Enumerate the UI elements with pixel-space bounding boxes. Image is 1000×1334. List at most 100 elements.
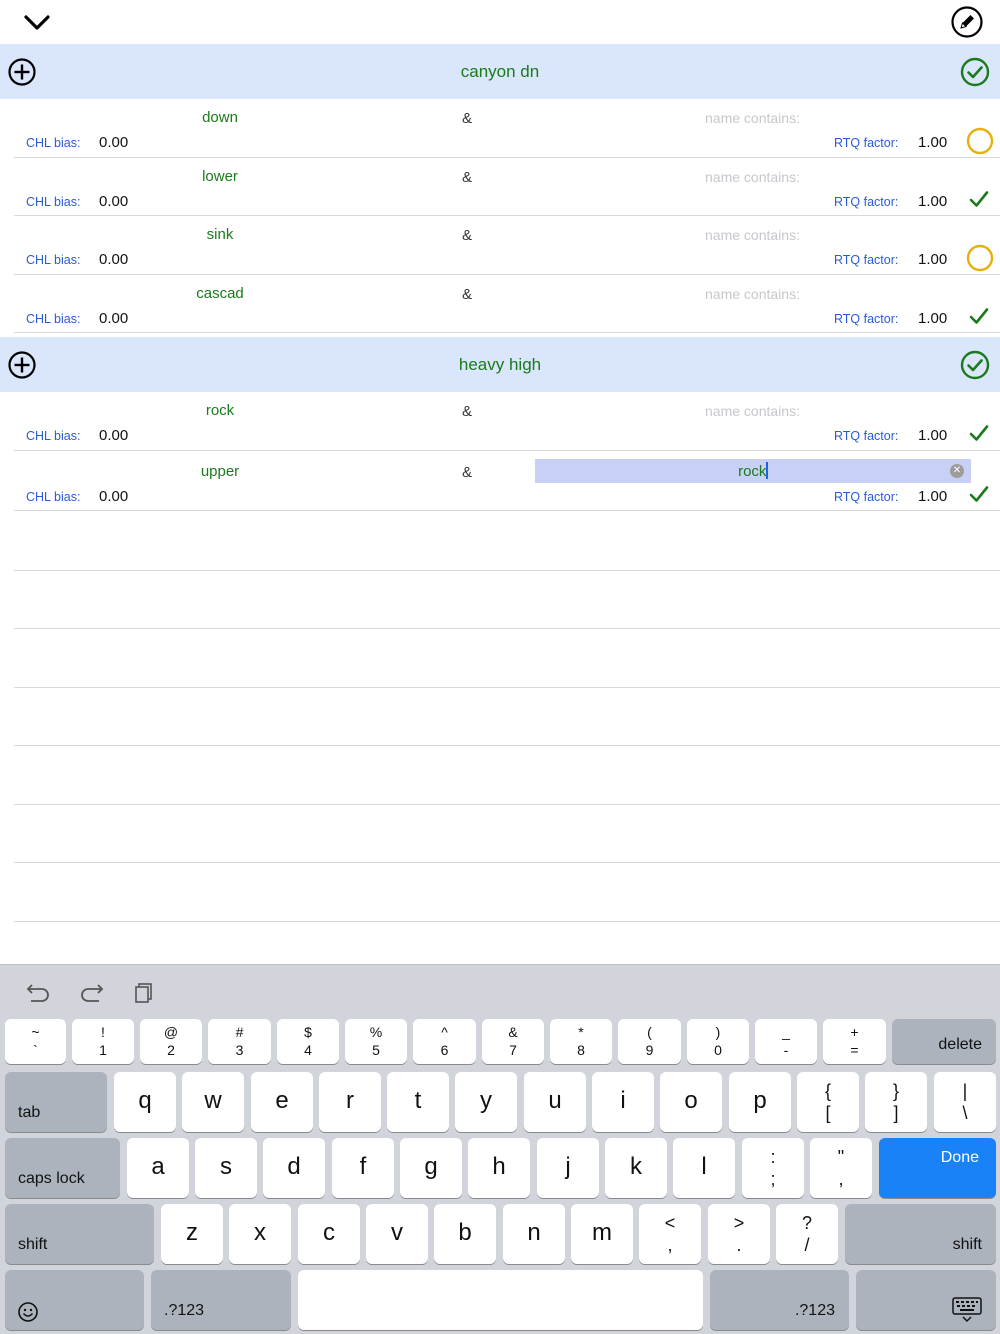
name-contains-field[interactable]: name contains: (640, 227, 865, 243)
hide-keyboard-key[interactable] (856, 1270, 996, 1330)
match-word[interactable]: upper (140, 463, 300, 480)
name-contains-field[interactable]: name contains: (640, 110, 865, 126)
done-key[interactable]: Done (879, 1138, 996, 1198)
checkmark-icon[interactable] (968, 305, 990, 327)
rtq-factor-value[interactable]: 1.00 (918, 310, 947, 327)
key-v[interactable]: v (366, 1204, 428, 1264)
edit-pencil-icon[interactable] (951, 6, 983, 38)
key-backslash[interactable]: | \ (934, 1072, 996, 1132)
chl-bias-value[interactable]: 0.00 (99, 427, 128, 444)
pending-circle-icon[interactable] (966, 244, 994, 272)
name-contains-value[interactable]: rock (738, 463, 766, 480)
key-p[interactable]: p (729, 1072, 791, 1132)
key-9[interactable]: (9 (618, 1019, 681, 1064)
key-quote[interactable]: ", (810, 1138, 872, 1198)
chl-bias-value[interactable]: 0.00 (99, 310, 128, 327)
name-contains-field[interactable]: name contains: (640, 286, 865, 302)
key-6[interactable]: ^ 6 (413, 1019, 476, 1064)
key-equals[interactable]: + = (823, 1019, 886, 1064)
chl-bias-value[interactable]: 0.00 (99, 251, 128, 268)
emoji-key[interactable] (5, 1270, 144, 1330)
key-tilde[interactable]: ~ ` (5, 1019, 66, 1064)
checkmark-icon[interactable] (968, 188, 990, 210)
undo-icon[interactable] (26, 981, 52, 1003)
key-comma[interactable]: <, (639, 1204, 701, 1264)
key-semicolon[interactable]: :; (742, 1138, 804, 1198)
rtq-factor-value[interactable]: 1.00 (918, 251, 947, 268)
key-4[interactable]: $4 (277, 1019, 339, 1064)
key-x[interactable]: x (229, 1204, 291, 1264)
redo-icon[interactable] (78, 981, 104, 1003)
rtq-factor-value[interactable]: 1.00 (918, 488, 947, 505)
caps-lock-key[interactable]: caps lock (5, 1138, 120, 1198)
key-3[interactable]: #3 (208, 1019, 271, 1064)
shift-right-key[interactable]: shift (845, 1204, 996, 1264)
key-h[interactable]: h (468, 1138, 530, 1198)
match-word[interactable]: sink (140, 226, 300, 243)
match-word[interactable]: lower (140, 168, 300, 185)
key-a[interactable]: a (127, 1138, 189, 1198)
rule-row[interactable]: sink & name contains: CHL bias: 0.00 RTQ… (0, 216, 1000, 275)
shift-left-key[interactable]: shift (5, 1204, 154, 1264)
section-title[interactable]: canyon dn (0, 44, 1000, 99)
checkmark-icon[interactable] (968, 422, 990, 444)
key-5[interactable]: % 5 (345, 1019, 407, 1064)
tab-key[interactable]: tab (5, 1072, 107, 1132)
key-c[interactable]: c (298, 1204, 360, 1264)
key-8[interactable]: * 8 (550, 1019, 612, 1064)
numbers-mode-key-right[interactable]: .?123 (710, 1270, 849, 1330)
key-y[interactable]: y (455, 1072, 517, 1132)
key-m[interactable]: m (571, 1204, 633, 1264)
key-r[interactable]: r (319, 1072, 381, 1132)
key-u[interactable]: u (524, 1072, 586, 1132)
key-d[interactable]: d (263, 1138, 325, 1198)
key-n[interactable]: n (503, 1204, 565, 1264)
key-1[interactable]: ! 1 (72, 1019, 134, 1064)
key-b[interactable]: b (434, 1204, 496, 1264)
match-word[interactable]: down (140, 109, 300, 126)
name-contains-field[interactable]: name contains: (640, 403, 865, 419)
key-7[interactable]: & 7 (482, 1019, 544, 1064)
chl-bias-value[interactable]: 0.00 (99, 193, 128, 210)
key-q[interactable]: q (114, 1072, 176, 1132)
space-key[interactable] (298, 1270, 703, 1330)
rtq-factor-value[interactable]: 1.00 (918, 427, 947, 444)
key-z[interactable]: z (161, 1204, 223, 1264)
key-t[interactable]: t (387, 1072, 449, 1132)
match-word[interactable]: rock (140, 402, 300, 419)
key-w[interactable]: w (182, 1072, 244, 1132)
rule-row[interactable]: upper & rock ✕ CHL bias: 0.00 RTQ factor… (0, 453, 1000, 512)
rtq-factor-value[interactable]: 1.00 (918, 193, 947, 210)
rule-row[interactable]: lower & name contains: CHL bias: 0.00 RT… (0, 158, 1000, 217)
key-k[interactable]: k (605, 1138, 667, 1198)
pending-circle-icon[interactable] (966, 127, 994, 155)
key-right-brace[interactable]: }] (865, 1072, 927, 1132)
check-circle-icon[interactable] (960, 350, 990, 380)
rule-row[interactable]: cascad & name contains: CHL bias: 0.00 R… (0, 275, 1000, 334)
delete-key[interactable]: delete (892, 1019, 996, 1064)
key-0[interactable]: ) 0 (687, 1019, 749, 1064)
chl-bias-value[interactable]: 0.00 (99, 488, 128, 505)
rtq-factor-value[interactable]: 1.00 (918, 134, 947, 151)
key-i[interactable]: i (592, 1072, 654, 1132)
key-e[interactable]: e (251, 1072, 313, 1132)
key-g[interactable]: g (400, 1138, 462, 1198)
checkmark-icon[interactable] (968, 483, 990, 505)
rule-row[interactable]: down & name contains: CHL bias: 0.00 RTQ… (0, 99, 1000, 158)
chevron-down-icon[interactable] (22, 8, 52, 38)
key-minus[interactable]: _ - (755, 1019, 817, 1064)
name-contains-field[interactable]: name contains: (640, 169, 865, 185)
key-l[interactable]: l (673, 1138, 735, 1198)
match-word[interactable]: cascad (140, 285, 300, 302)
key-j[interactable]: j (537, 1138, 599, 1198)
paste-icon[interactable] (133, 981, 155, 1003)
key-o[interactable]: o (660, 1072, 722, 1132)
check-circle-icon[interactable] (960, 57, 990, 87)
key-period[interactable]: >. (708, 1204, 770, 1264)
chl-bias-value[interactable]: 0.00 (99, 134, 128, 151)
key-2[interactable]: @2 (140, 1019, 202, 1064)
key-f[interactable]: f (332, 1138, 394, 1198)
clear-text-icon[interactable]: ✕ (950, 463, 964, 478)
name-contains-input[interactable]: rock ✕ (535, 458, 971, 483)
section-title[interactable]: heavy high (0, 337, 1000, 392)
